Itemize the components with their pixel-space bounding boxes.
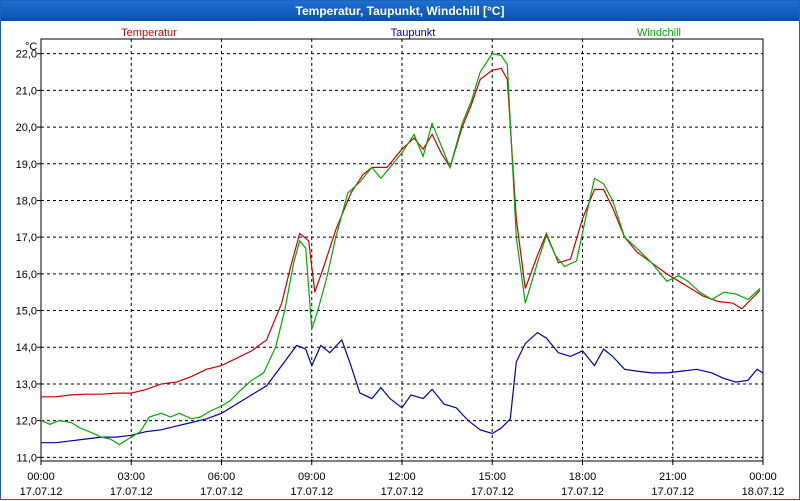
x-tick-time: 21:00 <box>659 471 687 483</box>
x-tick-time: 06:00 <box>208 471 236 483</box>
y-tick-label: 13,0 <box>16 379 37 391</box>
x-tick-time: 03:00 <box>117 471 145 483</box>
y-tick-label: 18,0 <box>16 195 37 207</box>
legend-windchill: Windchill <box>637 27 681 39</box>
chart-svg: 22,021,020,019,018,017,016,015,014,013,0… <box>16 27 785 498</box>
x-tick-date: 17.07.12 <box>651 486 694 498</box>
x-tick-date: 17.07.12 <box>561 486 604 498</box>
x-tick-date: 17.07.12 <box>20 486 63 498</box>
legend-temperatur: Temperatur <box>121 27 177 39</box>
legend-taupunkt: Taupunkt <box>391 27 436 39</box>
x-tick-date: 17.07.12 <box>110 486 153 498</box>
x-tick-time: 00:00 <box>749 471 777 483</box>
x-tick-time: 00:00 <box>27 471 55 483</box>
y-tick-label: 11,0 <box>16 452 37 464</box>
x-tick-date: 17.07.12 <box>200 486 243 498</box>
x-tick-date: 17.07.12 <box>471 486 514 498</box>
x-tick-time: 09:00 <box>298 471 326 483</box>
y-tick-label: 16,0 <box>16 269 37 281</box>
y-tick-label: 15,0 <box>16 306 37 318</box>
x-tick-date: 17.07.12 <box>290 486 333 498</box>
y-tick-label: 21,0 <box>16 85 37 97</box>
x-tick-time: 18:00 <box>569 471 597 483</box>
y-tick-label: 14,0 <box>16 342 37 354</box>
x-tick-date: 18.07.12 <box>742 486 785 498</box>
y-tick-label: 19,0 <box>16 159 37 171</box>
x-tick-time: 12:00 <box>388 471 416 483</box>
x-tick-time: 15:00 <box>478 471 506 483</box>
chart-window: Temperatur, Taupunkt, Windchill [°C] 22,… <box>0 0 800 500</box>
y-tick-label: 17,0 <box>16 232 37 244</box>
y-tick-label: 12,0 <box>16 416 37 428</box>
y-tick-label: 20,0 <box>16 122 37 134</box>
x-tick-date: 17.07.12 <box>381 486 424 498</box>
y-axis-unit: °C <box>25 41 37 53</box>
